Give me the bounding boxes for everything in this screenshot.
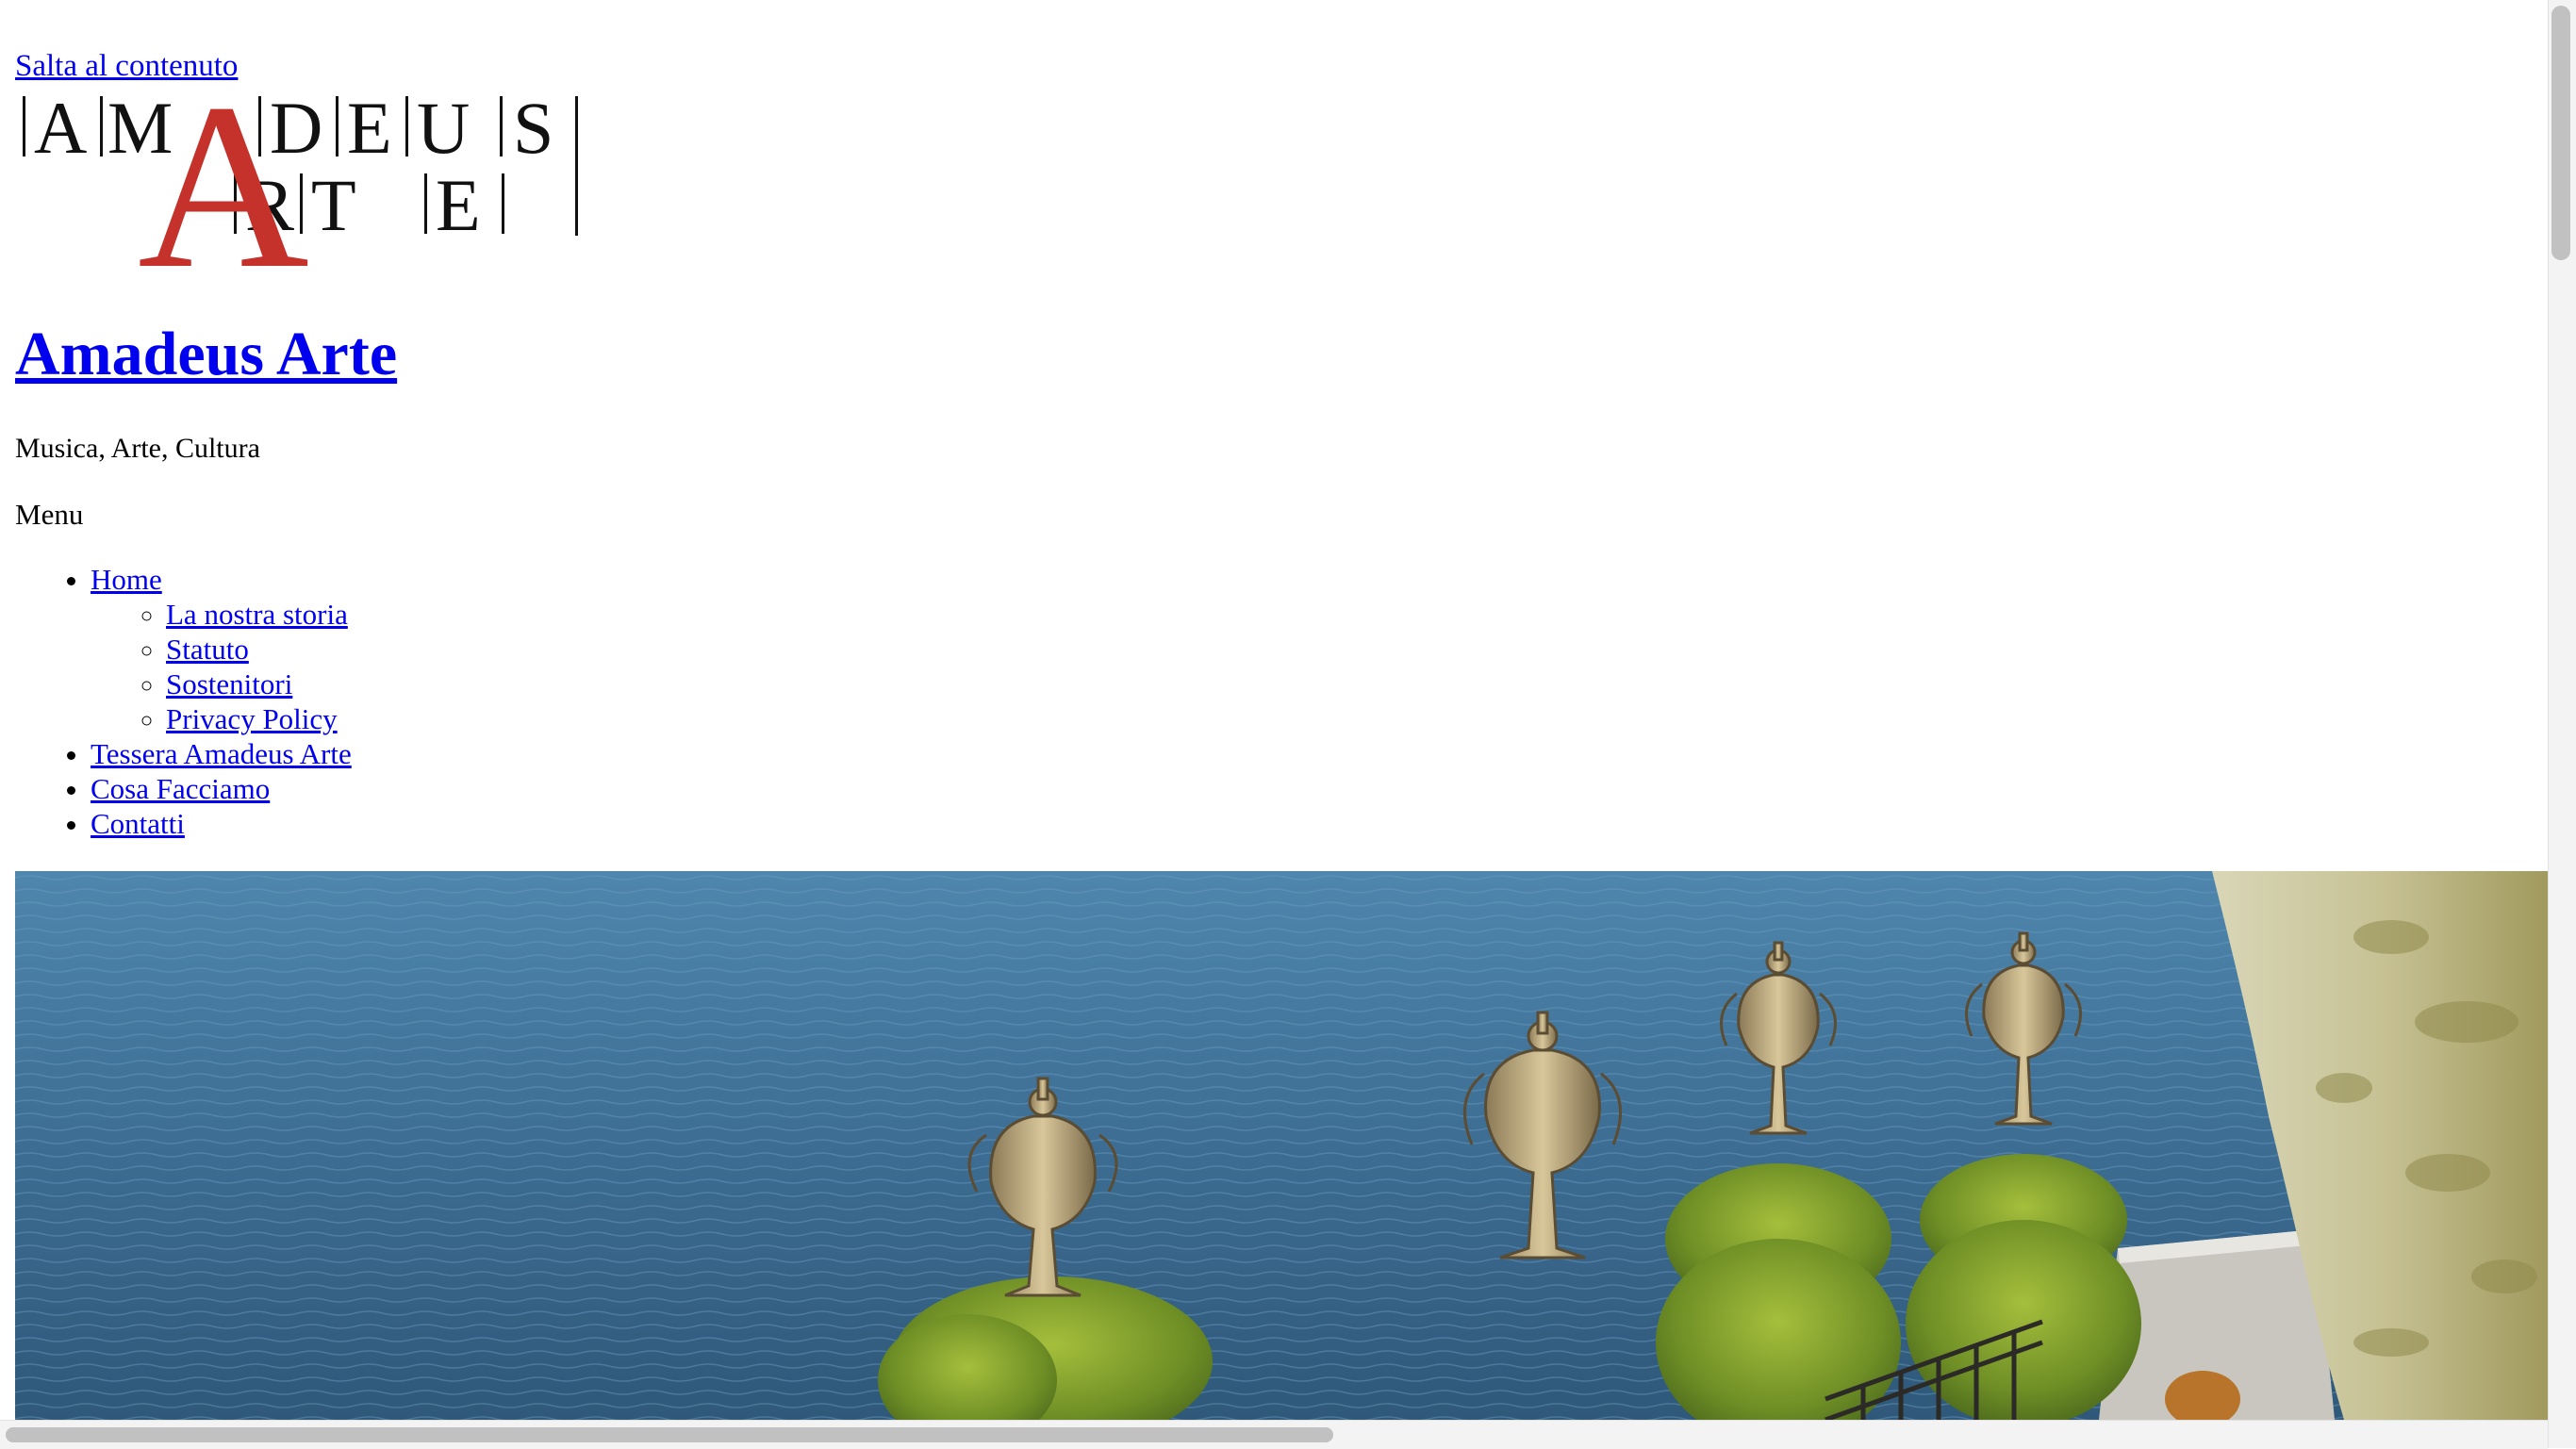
svg-text:E: E bbox=[347, 87, 392, 169]
submenu-item-sostenitori: Sostenitori bbox=[166, 667, 352, 701]
menu-link-la-nostra-storia[interactable]: La nostra storia bbox=[166, 598, 348, 631]
menu-item-tessera: Tessera Amadeus Arte bbox=[91, 736, 352, 771]
submenu-item-statuto: Statuto bbox=[166, 632, 352, 667]
submenu-item-privacy: Privacy Policy bbox=[166, 701, 352, 736]
site-description: Musica, Arte, Cultura bbox=[15, 433, 260, 464]
menu-item-home: Home La nostra storia Statuto Sostenitor… bbox=[91, 562, 352, 736]
menu-link-sostenitori[interactable]: Sostenitori bbox=[166, 667, 292, 700]
svg-text:U: U bbox=[417, 87, 470, 169]
primary-menu: Home La nostra storia Statuto Sostenitor… bbox=[15, 562, 352, 841]
menu-item-contatti: Contatti bbox=[91, 806, 352, 841]
site-logo[interactable]: A M D E U S R T E A bbox=[13, 54, 584, 318]
submenu-item-storia: La nostra storia bbox=[166, 597, 352, 632]
menu-link-privacy-policy[interactable]: Privacy Policy bbox=[166, 702, 338, 735]
svg-text:T: T bbox=[311, 164, 356, 246]
menu-item-cosa-facciamo: Cosa Facciamo bbox=[91, 771, 352, 806]
svg-text:E: E bbox=[436, 164, 481, 246]
svg-text:A: A bbox=[34, 87, 87, 169]
site-title-link[interactable]: Amadeus Arte bbox=[15, 320, 397, 388]
header-hero-image bbox=[15, 871, 2548, 1420]
home-submenu: La nostra storia Statuto Sostenitori Pri… bbox=[91, 597, 352, 736]
skip-to-content-link[interactable]: Salta al contenuto bbox=[15, 47, 238, 85]
menu-link-home[interactable]: Home bbox=[91, 563, 162, 596]
lake-urns-photo bbox=[15, 871, 2548, 1420]
menu-link-contatti[interactable]: Contatti bbox=[91, 807, 185, 840]
amadeus-arte-logo: A M D E U S R T E A bbox=[23, 54, 578, 318]
site-title: Amadeus Arte bbox=[15, 317, 397, 392]
menu-toggle[interactable]: Menu bbox=[15, 498, 83, 532]
page: Salta al contenuto A M D E U S R T E A A… bbox=[0, 0, 2548, 1420]
vertical-scrollbar-thumb[interactable] bbox=[2551, 6, 2570, 260]
svg-text:S: S bbox=[513, 87, 553, 169]
logo-big-a: A bbox=[138, 87, 309, 272]
menu-link-statuto[interactable]: Statuto bbox=[166, 633, 249, 666]
horizontal-scrollbar-thumb[interactable] bbox=[6, 1427, 1333, 1442]
menu-link-cosa-facciamo[interactable]: Cosa Facciamo bbox=[91, 772, 270, 805]
menu-link-tessera[interactable]: Tessera Amadeus Arte bbox=[91, 737, 352, 770]
